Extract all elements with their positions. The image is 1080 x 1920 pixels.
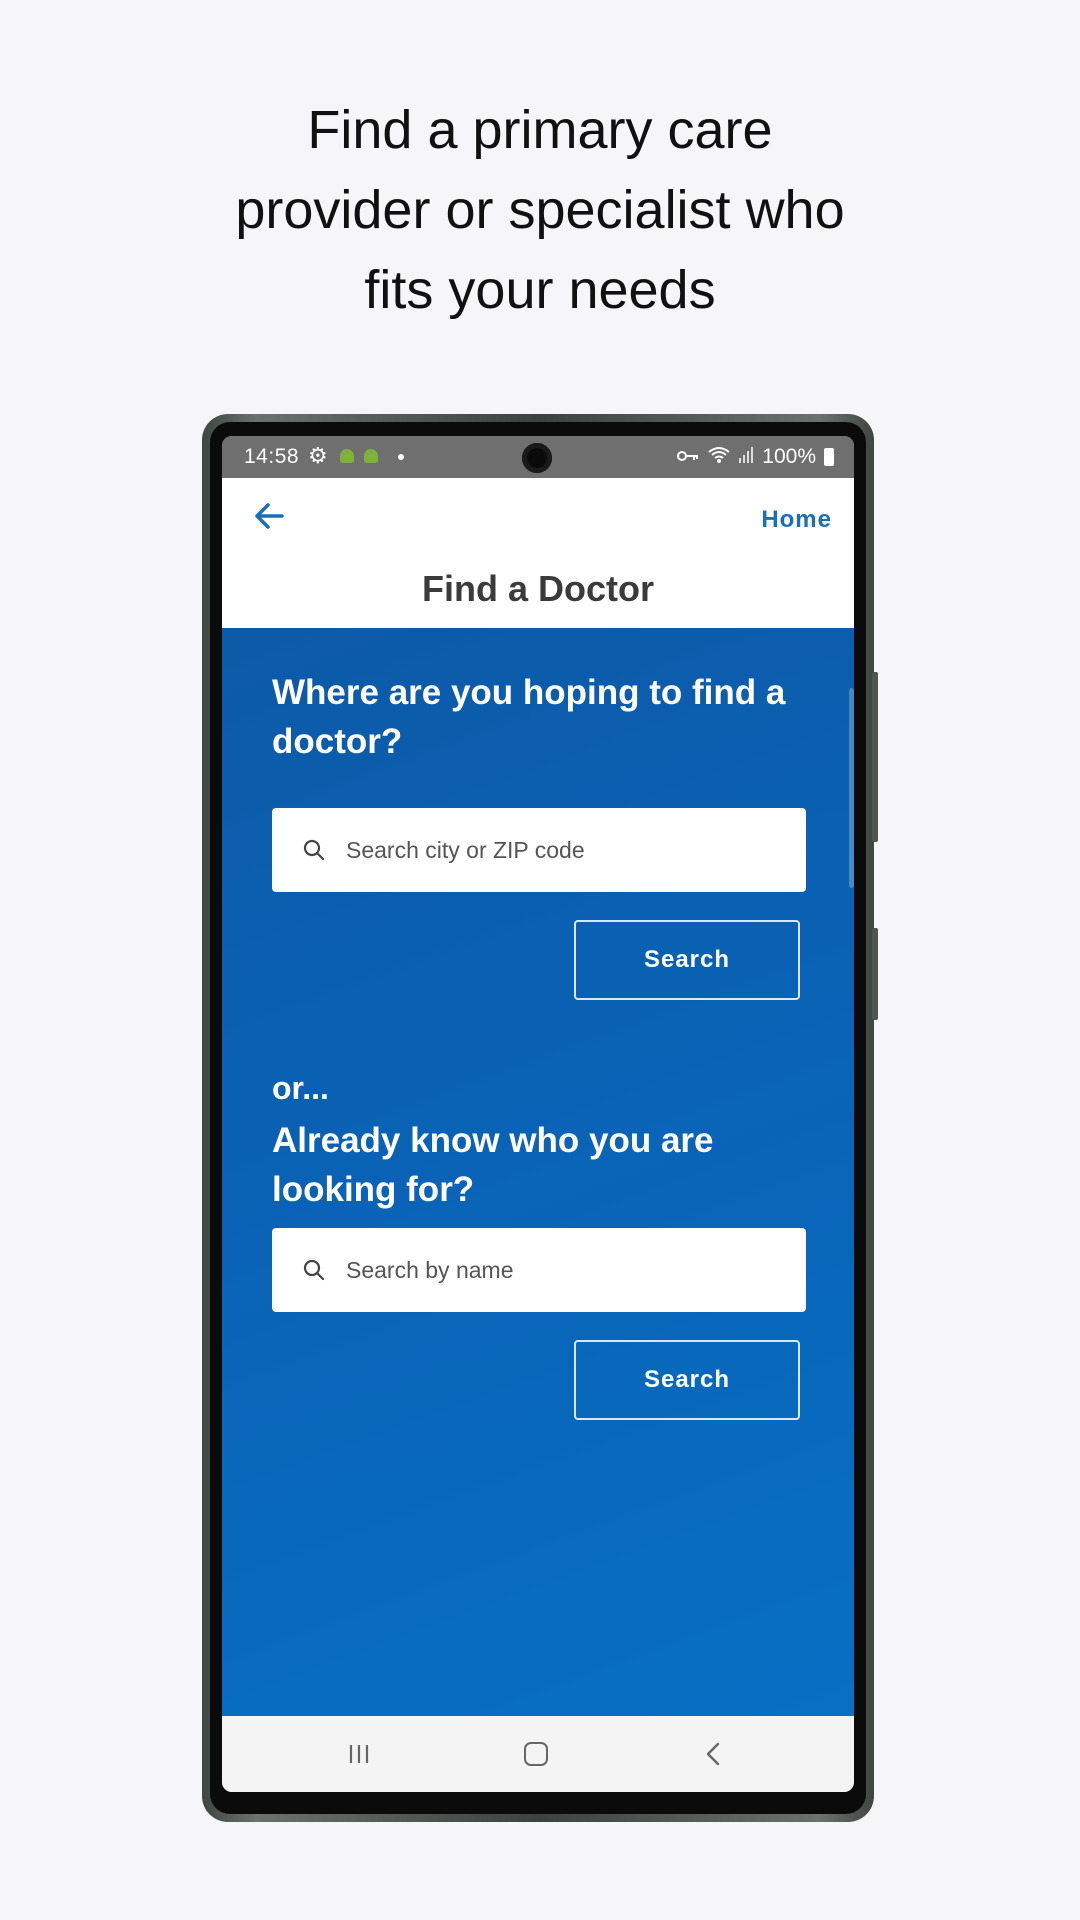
status-icons: 100% <box>676 445 834 469</box>
or-label: or... <box>272 1070 329 1106</box>
phone-side-button <box>872 928 878 1020</box>
name-search-button[interactable]: Search <box>574 1340 800 1420</box>
back-icon[interactable] <box>700 1740 728 1768</box>
status-time: 14:58 <box>244 445 300 468</box>
name-question: Already know who you are looking for? <box>272 1121 714 1209</box>
page-title: Find a Doctor <box>422 568 654 609</box>
battery-level: 100% <box>762 445 816 468</box>
android-icon <box>364 449 378 463</box>
system-nav-bar <box>222 1716 854 1792</box>
wifi-icon <box>708 446 730 469</box>
headline-line-1: Find a primary care <box>307 100 773 160</box>
key-icon <box>676 447 700 468</box>
phone-side-button <box>872 672 878 842</box>
gear-icon: ⚙ <box>308 443 328 468</box>
name-search-input[interactable] <box>344 1255 788 1285</box>
search-icon <box>302 838 326 862</box>
back-button[interactable] <box>250 496 290 536</box>
location-search-button[interactable]: Search <box>574 920 800 1000</box>
search-icon <box>302 1258 326 1282</box>
headline-line-3: fits your needs <box>364 260 716 320</box>
home-icon[interactable] <box>524 1742 548 1766</box>
recent-apps-icon[interactable] <box>347 1742 371 1766</box>
phone-screen: 14:58 ⚙ 100% Home Find a Doctor Where ar… <box>222 436 854 1792</box>
headline: Find a primary care provider or speciali… <box>0 90 1080 330</box>
signal-icon <box>738 446 754 469</box>
location-search-input[interactable] <box>344 835 788 865</box>
find-doctor-form: Where are you hoping to find a doctor? S… <box>222 628 854 1716</box>
battery-icon <box>824 448 834 466</box>
scrollbar[interactable] <box>849 688 854 888</box>
status-bar: 14:58 ⚙ 100% <box>222 436 854 478</box>
location-search-field[interactable] <box>272 808 806 892</box>
home-link[interactable]: Home <box>761 506 832 534</box>
android-icon <box>340 449 354 463</box>
arrow-left-icon <box>255 503 284 529</box>
dot-icon <box>398 454 404 460</box>
headline-line-2: provider or specialist who <box>235 180 845 240</box>
location-question: Where are you hoping to find a doctor? <box>272 673 786 761</box>
app-header: Home Find a Doctor <box>222 478 854 628</box>
name-search-field[interactable] <box>272 1228 806 1312</box>
front-camera <box>522 443 552 473</box>
